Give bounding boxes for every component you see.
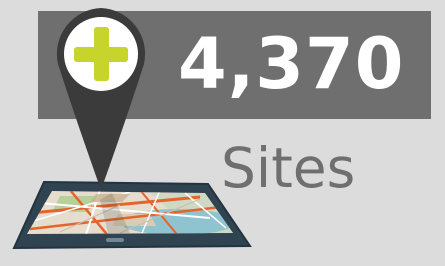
map-pin-icon <box>56 8 146 190</box>
infographic: 4,370 Sites <box>0 0 445 266</box>
illustration <box>12 8 252 250</box>
smartphone-map-icon <box>12 180 252 250</box>
phone-home-button <box>106 238 124 242</box>
